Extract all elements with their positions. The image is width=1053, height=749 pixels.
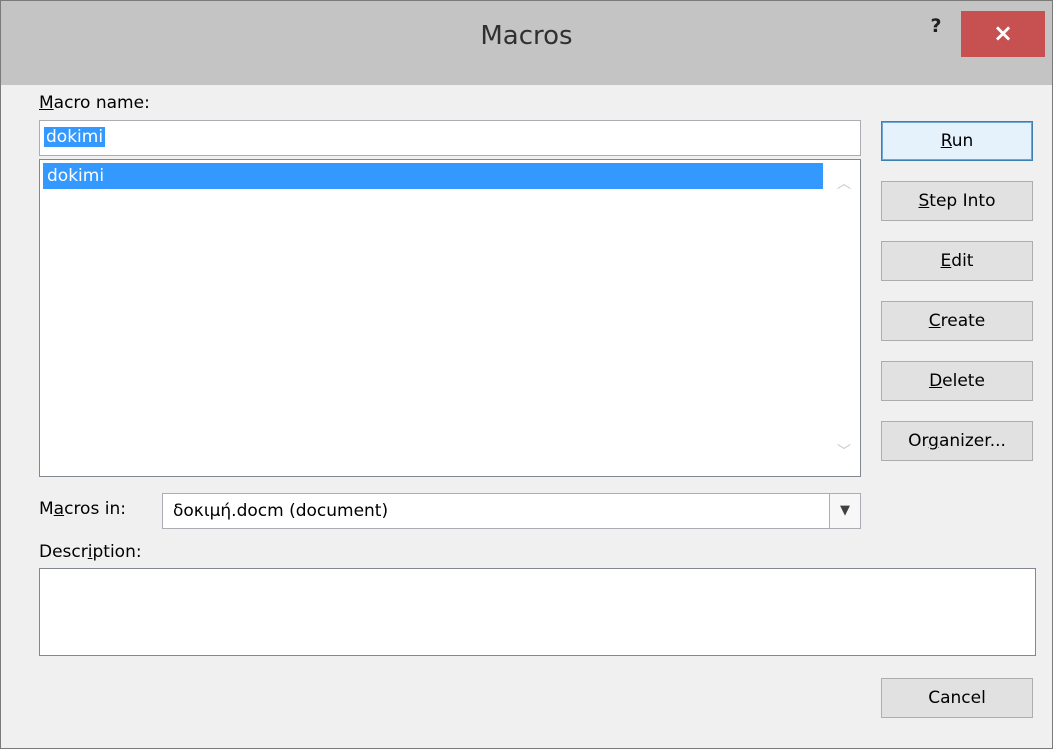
organizer-button[interactable]: Organizer... bbox=[881, 421, 1033, 461]
macros-in-label: Macros in: bbox=[39, 499, 126, 519]
macro-name-label: Macro name: bbox=[39, 93, 150, 113]
macros-in-value: δοκιμή.docm (document) bbox=[173, 501, 389, 521]
macro-list[interactable]: dokimi ︿ ﹀ bbox=[39, 159, 861, 477]
title-bar: Macros ? × bbox=[1, 1, 1052, 85]
scroll-up-icon[interactable]: ︿ bbox=[828, 168, 860, 200]
create-button[interactable]: Create bbox=[881, 301, 1033, 341]
macro-name-input[interactable]: dokimi bbox=[39, 120, 861, 156]
dialog-body: Macro name: dokimi dokimi ︿ ﹀ Macros in:… bbox=[10, 85, 1042, 739]
close-icon: × bbox=[992, 19, 1014, 47]
description-label: Description: bbox=[39, 542, 142, 562]
list-scrollbar[interactable]: ︿ ﹀ bbox=[828, 160, 860, 476]
macro-name-value: dokimi bbox=[44, 127, 106, 147]
cancel-button[interactable]: Cancel bbox=[881, 678, 1033, 718]
chevron-down-icon[interactable]: ▼ bbox=[829, 494, 860, 528]
dialog-title: Macros bbox=[480, 21, 573, 51]
list-item[interactable]: dokimi bbox=[43, 163, 823, 189]
help-button[interactable]: ? bbox=[921, 11, 951, 41]
scroll-down-icon[interactable]: ﹀ bbox=[828, 436, 860, 468]
run-button[interactable]: Run bbox=[881, 121, 1033, 161]
step-into-button[interactable]: Step Into bbox=[881, 181, 1033, 221]
description-box bbox=[39, 568, 1036, 656]
macros-in-select[interactable]: δοκιμή.docm (document) ▼ bbox=[162, 493, 861, 529]
edit-button[interactable]: Edit bbox=[881, 241, 1033, 281]
macros-dialog: Macros ? × Macro name: dokimi dokimi ︿ ﹀… bbox=[0, 0, 1053, 749]
delete-button[interactable]: Delete bbox=[881, 361, 1033, 401]
close-button[interactable]: × bbox=[961, 11, 1045, 57]
